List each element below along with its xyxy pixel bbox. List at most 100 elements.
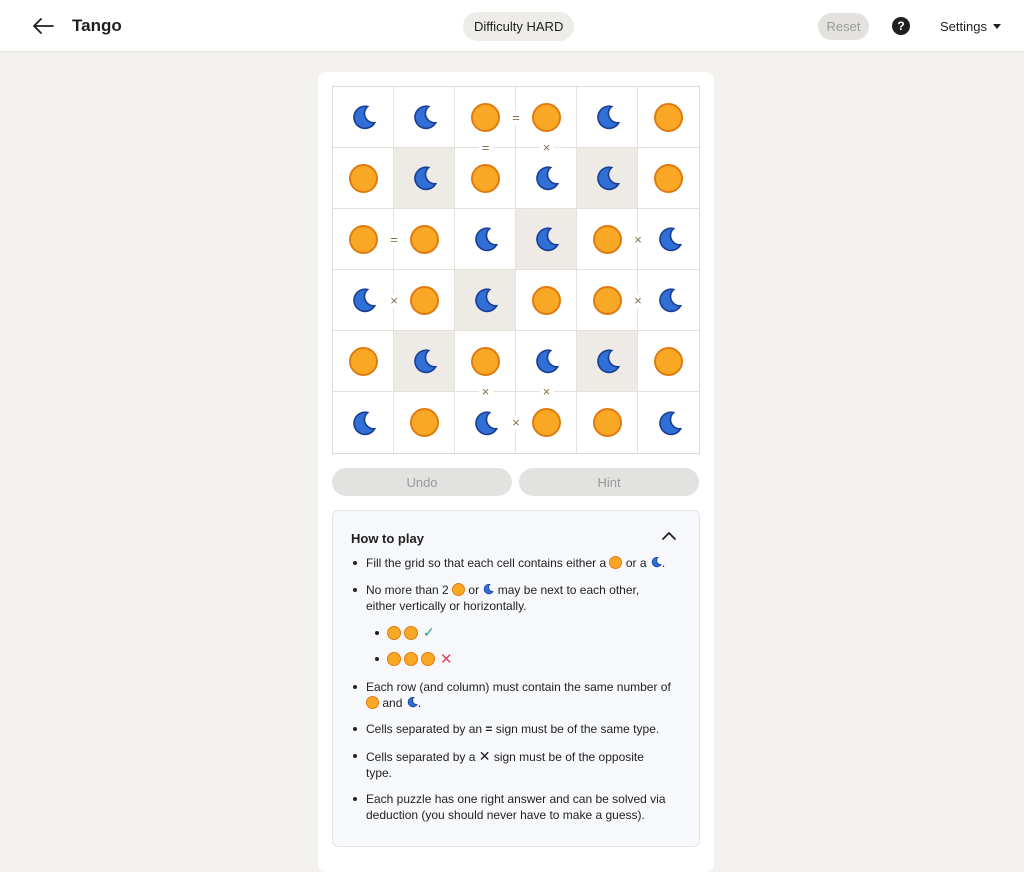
board-cell[interactable] [577, 148, 638, 209]
sun-icon [609, 556, 623, 569]
undo-button[interactable]: Undo [332, 468, 512, 496]
rule-cross-sign: Cells separated by a ✕ sign must be of t… [353, 748, 683, 781]
how-to-play-title: How to play [351, 531, 424, 546]
moon-icon [353, 410, 377, 435]
sun-icon [348, 163, 378, 193]
top-bar: Tango Difficulty HARD Reset ? Settings [0, 0, 1024, 52]
board-cell[interactable] [394, 331, 455, 392]
board-cell[interactable] [638, 331, 699, 392]
moon-icon [597, 105, 621, 130]
cross-sign-icon: × [631, 232, 645, 247]
moon-icon [536, 349, 560, 374]
moon-icon [484, 584, 495, 595]
board-cell[interactable] [333, 209, 394, 270]
sun-icon [531, 408, 561, 437]
board-cell[interactable] [577, 270, 638, 331]
board-cell[interactable] [333, 87, 394, 148]
sun-icon [409, 285, 439, 315]
board-cell[interactable] [394, 87, 455, 148]
board-cell[interactable] [333, 270, 394, 331]
board-cell[interactable] [455, 270, 516, 331]
sun-icon [409, 408, 439, 437]
moon-icon [475, 227, 499, 252]
board-cell[interactable] [577, 331, 638, 392]
cross-sign-icon: × [631, 293, 645, 308]
board-cell[interactable] [638, 148, 699, 209]
moon-icon [597, 166, 621, 191]
sun-icon [654, 346, 683, 376]
board-cell[interactable] [577, 392, 638, 453]
app-title: Tango [72, 16, 122, 35]
cross-icon: ✕ [440, 651, 453, 668]
moon-icon [475, 410, 499, 435]
chevron-down-icon [992, 24, 1001, 29]
cross-sign-icon: × [478, 385, 493, 399]
moon-icon [414, 105, 438, 130]
back-button[interactable] [30, 12, 56, 40]
moon-icon [651, 557, 662, 568]
board-cell[interactable] [455, 148, 516, 209]
board-cell[interactable] [394, 270, 455, 331]
board-cell[interactable] [333, 331, 394, 392]
hint-button[interactable]: Hint [519, 468, 699, 496]
sun-icon [531, 285, 561, 315]
board-cell[interactable] [638, 87, 699, 148]
cross-sign-icon: ✕ [478, 748, 491, 764]
sun-icon [531, 102, 561, 132]
board-cell[interactable] [516, 270, 577, 331]
chevron-up-icon[interactable] [659, 529, 679, 543]
equal-sign-icon: = [387, 232, 401, 247]
board-cell[interactable] [455, 392, 516, 453]
board-cell[interactable] [333, 148, 394, 209]
rule-no-more-than-two: No more than 2 or may be next to each ot… [353, 582, 683, 614]
help-icon[interactable]: ? [892, 17, 910, 35]
board-cell[interactable] [516, 331, 577, 392]
moon-icon [536, 166, 560, 191]
cross-sign-icon: × [539, 141, 554, 155]
board-cell[interactable] [516, 392, 577, 453]
moon-icon [414, 349, 438, 374]
sun-icon [470, 346, 500, 376]
cross-sign-icon: × [387, 293, 401, 308]
sun-icon [404, 625, 418, 640]
board-cell[interactable] [577, 209, 638, 270]
cross-sign-icon: × [509, 415, 523, 430]
puzzle-board: = = × × × × = × × × [332, 86, 700, 454]
sun-icon [654, 102, 683, 132]
settings-dropdown[interactable]: Settings [940, 19, 1001, 34]
sun-icon [387, 652, 401, 666]
reset-button[interactable]: Reset [818, 13, 869, 40]
board-cell[interactable] [516, 87, 577, 148]
moon-icon [407, 697, 418, 708]
moon-icon [658, 227, 682, 252]
board-cell[interactable] [577, 87, 638, 148]
board-cell[interactable] [516, 148, 577, 209]
equal-sign-icon: = [509, 110, 523, 125]
rule-fill-grid: Fill the grid so that each cell contains… [353, 555, 665, 571]
moon-icon [353, 288, 377, 313]
board-cell[interactable] [638, 270, 699, 331]
board-cell[interactable] [394, 148, 455, 209]
sun-icon [452, 583, 466, 596]
sun-icon [409, 224, 439, 254]
example-invalid: ✕ [375, 650, 453, 668]
moon-icon [536, 227, 560, 252]
board-cell[interactable] [455, 209, 516, 270]
sun-icon [366, 696, 379, 709]
board-cell[interactable] [638, 392, 699, 453]
sun-icon [348, 346, 378, 376]
board-cell[interactable] [333, 392, 394, 453]
equal-sign-icon: = [485, 722, 493, 736]
sun-icon [592, 285, 622, 315]
board-cell[interactable] [394, 392, 455, 453]
sun-icon [470, 163, 500, 193]
sun-icon [387, 625, 401, 640]
back-arrow-icon [33, 18, 54, 34]
board-cell[interactable] [455, 87, 516, 148]
board-cell[interactable] [455, 331, 516, 392]
board-cell[interactable] [394, 209, 455, 270]
board-cell[interactable] [516, 209, 577, 270]
sun-icon [470, 102, 500, 132]
equal-sign-icon: = [478, 141, 493, 155]
board-cell[interactable] [638, 209, 699, 270]
